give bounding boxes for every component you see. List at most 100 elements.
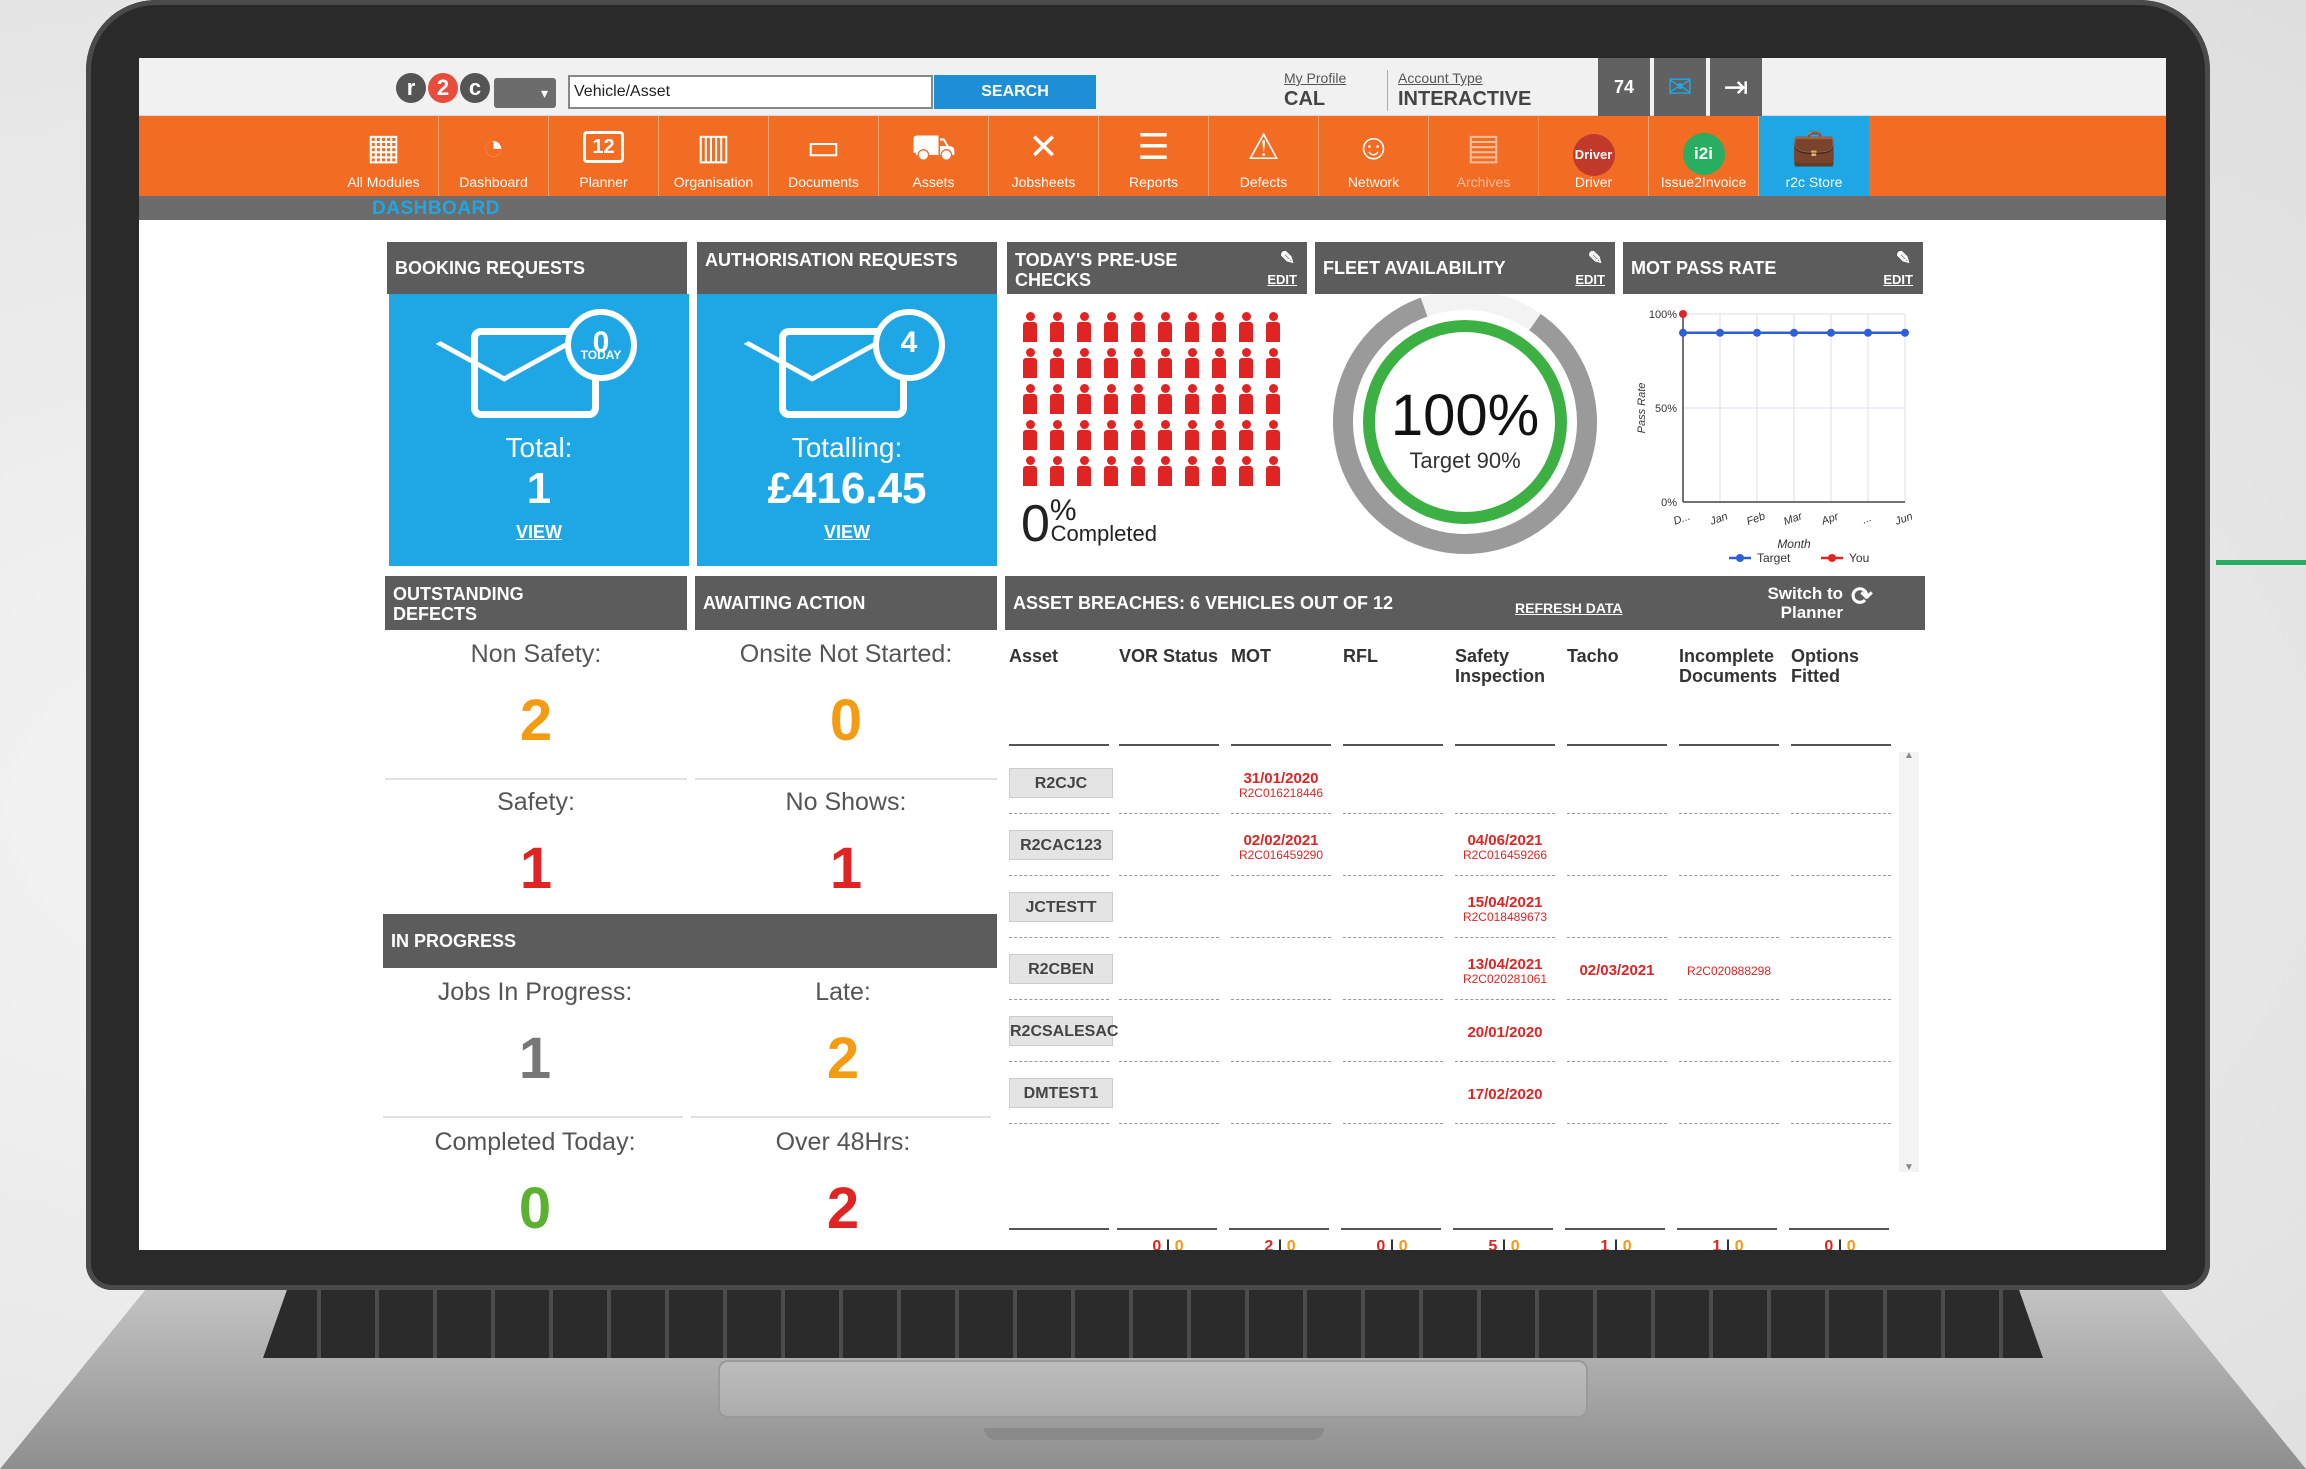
pencil-icon[interactable]: ✎ [1280, 248, 1295, 268]
inprogress-jobs[interactable]: Jobs In Progress: 1 [383, 978, 687, 1092]
search-input[interactable] [568, 75, 933, 109]
person-icon [1156, 348, 1174, 378]
booking-requests-card[interactable]: 0 TODAY Total: 1 VIEW [389, 294, 689, 566]
column-header[interactable]: Incomplete Documents [1679, 646, 1789, 686]
header-underline [1343, 744, 1443, 746]
scroll-down-icon[interactable]: ▼ [1904, 1162, 1914, 1173]
nav-assets[interactable]: ⛟ Assets [879, 116, 989, 196]
safety-breach-cell[interactable]: 20/01/2020 [1455, 1025, 1555, 1040]
scroll-up-icon[interactable]: ▲ [1904, 750, 1914, 761]
switch-to-planner-link[interactable]: Switch to Planner [1747, 584, 1843, 622]
safety-breach-cell[interactable]: 15/04/2021 R2C018489673 [1455, 895, 1555, 925]
nav-reports[interactable]: ☰ Reports [1099, 116, 1209, 196]
person-icon [1129, 384, 1147, 414]
column-header[interactable]: VOR Status [1119, 646, 1229, 666]
pencil-icon[interactable]: ✎ [1588, 248, 1603, 268]
refresh-data-link[interactable]: REFRESH DATA [1515, 598, 1623, 618]
account-type[interactable]: Account Type INTERACTIVE [1387, 70, 1531, 111]
row-divider [1009, 813, 1109, 814]
defects-non-safety[interactable]: Non Safety: 2 [385, 640, 687, 754]
nav-dashboard[interactable]: ◔ Dashboard [439, 116, 549, 196]
x-tick-label: Apr [1819, 510, 1841, 528]
row-divider [1679, 1123, 1779, 1124]
my-profile-link[interactable]: My Profile [1284, 70, 1346, 86]
awaiting-noshows[interactable]: No Shows: 1 [695, 788, 997, 902]
search-button[interactable]: SEARCH [934, 75, 1096, 109]
nav-defects[interactable]: ⚠ Defects [1209, 116, 1319, 196]
nav-organisation[interactable]: ▥ Organisation [659, 116, 769, 196]
tacho-breach-cell[interactable]: 02/03/2021 [1567, 963, 1667, 978]
nav-archives[interactable]: ▤ Archives [1429, 116, 1539, 196]
footer-line [1677, 1228, 1777, 1230]
mot-edit-link[interactable]: EDIT [1883, 270, 1913, 290]
footer-line [1229, 1228, 1329, 1230]
person-icon [1075, 456, 1093, 486]
asset-type-select[interactable]: ▾ [494, 78, 556, 108]
row-divider [1343, 1123, 1443, 1124]
asset-button[interactable]: R2CSALESAC [1009, 1016, 1118, 1046]
nav-label: Assets [912, 174, 955, 190]
authorisation-requests-card[interactable]: 4 Totalling: £416.45 VIEW [697, 294, 997, 566]
asset-button[interactable]: R2CJC [1009, 768, 1113, 798]
prechecks-edit-link[interactable]: EDIT [1267, 270, 1297, 290]
safety-breach-cell[interactable]: 13/04/2021 R2C020281061 [1455, 957, 1555, 987]
asset-button[interactable]: JCTESTT [1009, 892, 1113, 922]
logout-icon[interactable]: ⇥ [1710, 58, 1762, 116]
defects-safety[interactable]: Safety: 1 [385, 788, 687, 902]
mot-breach-cell[interactable]: 31/01/2020 R2C016218446 [1231, 771, 1331, 801]
nav-documents[interactable]: ▭ Documents [769, 116, 879, 196]
calendar-date: 12 [583, 131, 624, 163]
nav-jobsheets[interactable]: ✕ Jobsheets [989, 116, 1099, 196]
asset-button[interactable]: R2CAC123 [1009, 830, 1113, 860]
row-divider [1679, 813, 1779, 814]
nav-r2c-store[interactable]: 💼 r2c Store [1759, 116, 1869, 196]
r2c-logo[interactable]: r2c [396, 70, 490, 106]
safety-breach-cell[interactable]: 04/06/2021 R2C016459266 [1455, 833, 1555, 863]
y-tick-label: 100% [1649, 309, 1677, 321]
awaiting-title: AWAITING ACTION [703, 593, 866, 613]
row-divider [1679, 937, 1779, 938]
planner-switch-icon[interactable]: ⟳ [1851, 583, 1873, 609]
booking-view-link[interactable]: VIEW [389, 522, 689, 543]
authorisation-view-link[interactable]: VIEW [697, 522, 997, 543]
my-profile[interactable]: My Profile CAL [1284, 70, 1346, 111]
column-header[interactable]: Options Fitted [1791, 646, 1901, 686]
safety-breach-cell[interactable]: 17/02/2020 [1455, 1087, 1555, 1102]
fleet-edit-link[interactable]: EDIT [1575, 270, 1605, 290]
stat-label: Non Safety: [470, 640, 602, 668]
column-header[interactable]: RFL [1343, 646, 1453, 666]
mail-icon[interactable]: ✉ [1654, 58, 1706, 116]
inprogress-late[interactable]: Late: 2 [691, 978, 995, 1092]
mot-breach-cell[interactable]: 02/02/2021 R2C016459290 [1231, 833, 1331, 863]
inprogress-completed[interactable]: Completed Today: 0 [383, 1128, 687, 1242]
nav-all-modules[interactable]: ▦ All Modules [329, 116, 439, 196]
nav-network[interactable]: ☺ Network [1319, 116, 1429, 196]
nav-planner[interactable]: 12 Planner [549, 116, 659, 196]
divider [383, 1116, 683, 1118]
row-divider [1567, 1061, 1667, 1062]
account-type-link[interactable]: Account Type [1398, 70, 1531, 86]
person-icon [1075, 348, 1093, 378]
pencil-icon[interactable]: ✎ [1896, 248, 1911, 268]
column-header[interactable]: MOT [1231, 646, 1341, 666]
data-point [1827, 328, 1835, 337]
notifications-icon[interactable]: 74 [1598, 58, 1650, 116]
legend-marker [1828, 554, 1836, 562]
documents-breach-cell[interactable]: R2C020888298 [1679, 964, 1779, 979]
column-header[interactable]: Asset [1009, 646, 1119, 666]
table-scrollbar[interactable] [1899, 752, 1919, 1172]
nav-driver[interactable]: Driver Driver [1539, 116, 1649, 196]
row-divider [1231, 999, 1331, 1000]
nav-label: Driver [1574, 174, 1613, 190]
person-icon [1237, 348, 1255, 378]
asset-button[interactable]: R2CBEN [1009, 954, 1113, 984]
column-header[interactable]: Safety Inspection [1455, 646, 1565, 686]
nav-issue2invoice[interactable]: i2i Issue2Invoice [1649, 116, 1759, 196]
column-header[interactable]: Tacho [1567, 646, 1677, 666]
footer-line [1009, 1228, 1109, 1230]
row-divider [1231, 1061, 1331, 1062]
awaiting-onsite[interactable]: Onsite Not Started: 0 [695, 640, 997, 754]
inprogress-over48[interactable]: Over 48Hrs: 2 [691, 1128, 995, 1242]
row-divider [1009, 937, 1109, 938]
asset-button[interactable]: DMTEST1 [1009, 1078, 1113, 1108]
